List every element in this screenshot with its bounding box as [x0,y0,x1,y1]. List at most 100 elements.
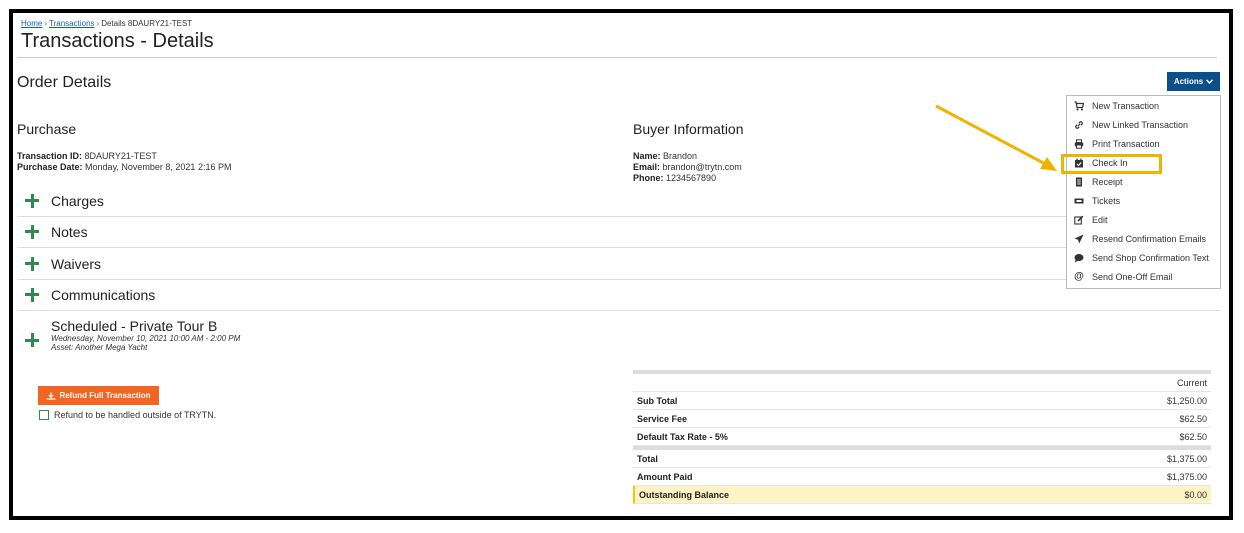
breadcrumb-current: Details 8DAURY21-TEST [101,19,193,28]
annotation-arrow-icon [935,104,1057,171]
menu-item-send-shop-confirmation-text[interactable]: Send Shop Confirmation Text [1067,248,1220,267]
scheduled-asset: Asset: Another Mega Yacht [51,343,148,352]
ticket-icon [1074,196,1084,206]
purchase-date-value: Monday, November 8, 2021 2:16 PM [85,162,232,172]
send-icon [1074,234,1084,244]
refund-outside-checkbox[interactable]: Refund to be handled outside of TRYTN. [39,410,216,420]
chevron-down-icon [1206,79,1214,84]
summary-label: Sub Total [637,395,678,406]
refund-outside-label: Refund to be handled outside of TRYTN. [54,410,217,420]
breadcrumb-transactions-link[interactable]: Transactions [49,19,95,28]
summary-label: Amount Paid [637,471,693,482]
purchase-info: Transaction ID: 8DAURY21-TEST Purchase D… [17,151,231,173]
summary-value: $1,250.00 [1166,395,1207,406]
edit-icon [1074,215,1084,225]
notes-label: Notes [51,223,88,240]
menu-item-send-one-off-email[interactable]: @ Send One-Off Email [1067,267,1220,286]
summary-value: $62.50 [1179,431,1207,442]
transaction-id-value: 8DAURY21-TEST [84,151,157,161]
plus-icon [25,333,39,347]
menu-item-label: Edit [1092,214,1108,225]
page-title: Transactions - Details [21,30,214,52]
actions-dropdown-menu: New Transaction New Linked Transaction P… [1066,95,1221,289]
current-column-header: Current [1176,377,1207,388]
check-in-highlight-box [1061,154,1162,174]
summary-label: Default Tax Rate - 5% [637,431,728,442]
communications-label: Communications [51,286,156,303]
purchase-date-label: Purchase Date: [17,162,83,172]
buyer-info: Name: Brandon Email: brandon@trytn.com P… [633,151,742,184]
summary-row-amount-paid: Amount Paid $1,375.00 [633,468,1211,486]
summary-row-tax: Default Tax Rate - 5% $62.50 [633,428,1211,446]
menu-item-resend-confirmation-emails[interactable]: Resend Confirmation Emails [1067,229,1220,248]
actions-label: Actions [1173,77,1204,86]
receipt-icon [1074,177,1084,187]
buyer-email-label: Email: [633,162,661,172]
menu-item-tickets[interactable]: Tickets [1067,191,1220,210]
breadcrumb-separator: › [96,19,100,28]
refund-button-label: Refund Full Transaction [59,391,151,400]
transaction-id-label: Transaction ID: [17,151,83,161]
at-icon: @ [1074,271,1084,282]
summary-label: Service Fee [637,413,688,424]
menu-item-print-transaction[interactable]: Print Transaction [1067,134,1220,153]
buyer-name-value: Brandon [663,151,698,161]
plus-icon [25,224,39,239]
plus-icon [25,287,39,302]
menu-item-new-linked-transaction[interactable]: New Linked Transaction [1067,115,1220,134]
buyer-email-value: brandon@trytn.com [662,162,742,172]
menu-item-label: Resend Confirmation Emails [1092,233,1207,244]
checkbox[interactable] [39,410,49,420]
charges-section[interactable]: Charges [17,185,1221,217]
summary-value: $1,375.00 [1166,453,1207,464]
chat-icon [1074,253,1084,263]
refund-full-transaction-button[interactable]: Refund Full Transaction [38,386,159,405]
scheduled-content: Scheduled - Private Tour B Wednesday, No… [51,318,241,353]
summary-value: $62.50 [1179,413,1207,424]
summary-header: Current [633,374,1211,392]
menu-item-new-transaction[interactable]: New Transaction [1067,96,1220,115]
refund-icon [46,392,56,400]
buyer-phone-label: Phone: [633,173,664,183]
menu-item-receipt[interactable]: Receipt [1067,172,1220,191]
order-details-heading: Order Details [17,74,112,91]
cart-icon [1074,100,1084,111]
summary-row-subtotal: Sub Total $1,250.00 [633,392,1211,410]
summary-value: $0.00 [1184,489,1207,500]
summary-row-outstanding-balance: Outstanding Balance $0.00 [633,486,1211,504]
summary-label: Total [637,453,658,464]
menu-item-label: Send Shop Confirmation Text [1092,252,1209,263]
printer-icon [1074,138,1084,149]
buyer-heading: Buyer Information [633,121,744,137]
scheduled-date: Wednesday, November 10, 2021 10:00 AM - … [51,334,241,343]
menu-item-label: New Transaction [1092,100,1160,111]
actions-button[interactable]: Actions [1167,72,1220,91]
buyer-name-label: Name: [633,151,661,161]
scheduled-section[interactable]: Scheduled - Private Tour B Wednesday, No… [17,319,617,363]
menu-item-label: Tickets [1092,195,1121,206]
menu-item-label: New Linked Transaction [1092,119,1189,130]
purchase-heading: Purchase [17,121,77,137]
summary-row-total: Total $1,375.00 [633,446,1211,468]
plus-icon [25,193,39,208]
menu-item-label: Send One-Off Email [1092,271,1173,282]
breadcrumb-separator: › [44,19,48,28]
charges-label: Charges [51,192,104,209]
waivers-section[interactable]: Waivers [17,248,1221,280]
menu-item-label: Receipt [1092,176,1123,187]
communications-section[interactable]: Communications [17,279,1221,311]
notes-section[interactable]: Notes [17,216,1221,248]
buyer-phone-value: 1234567890 [666,173,717,183]
header-divider [17,57,1217,58]
summary-value: $1,375.00 [1166,471,1207,482]
summary-label: Outstanding Balance [639,489,730,500]
app-frame: Home › Transactions › Details 8DAURY21-TEST … [9,9,1233,520]
plus-icon [25,256,39,271]
scheduled-title: Scheduled - Private Tour B [51,318,218,334]
breadcrumb: Home › Transactions › Details 8DAURY21-TEST [21,19,192,28]
breadcrumb-home-link[interactable]: Home [21,19,42,28]
link-icon [1074,120,1084,130]
menu-item-edit[interactable]: Edit [1067,210,1220,229]
summary-row-service-fee: Service Fee $62.50 [633,410,1211,428]
waivers-label: Waivers [51,255,102,272]
